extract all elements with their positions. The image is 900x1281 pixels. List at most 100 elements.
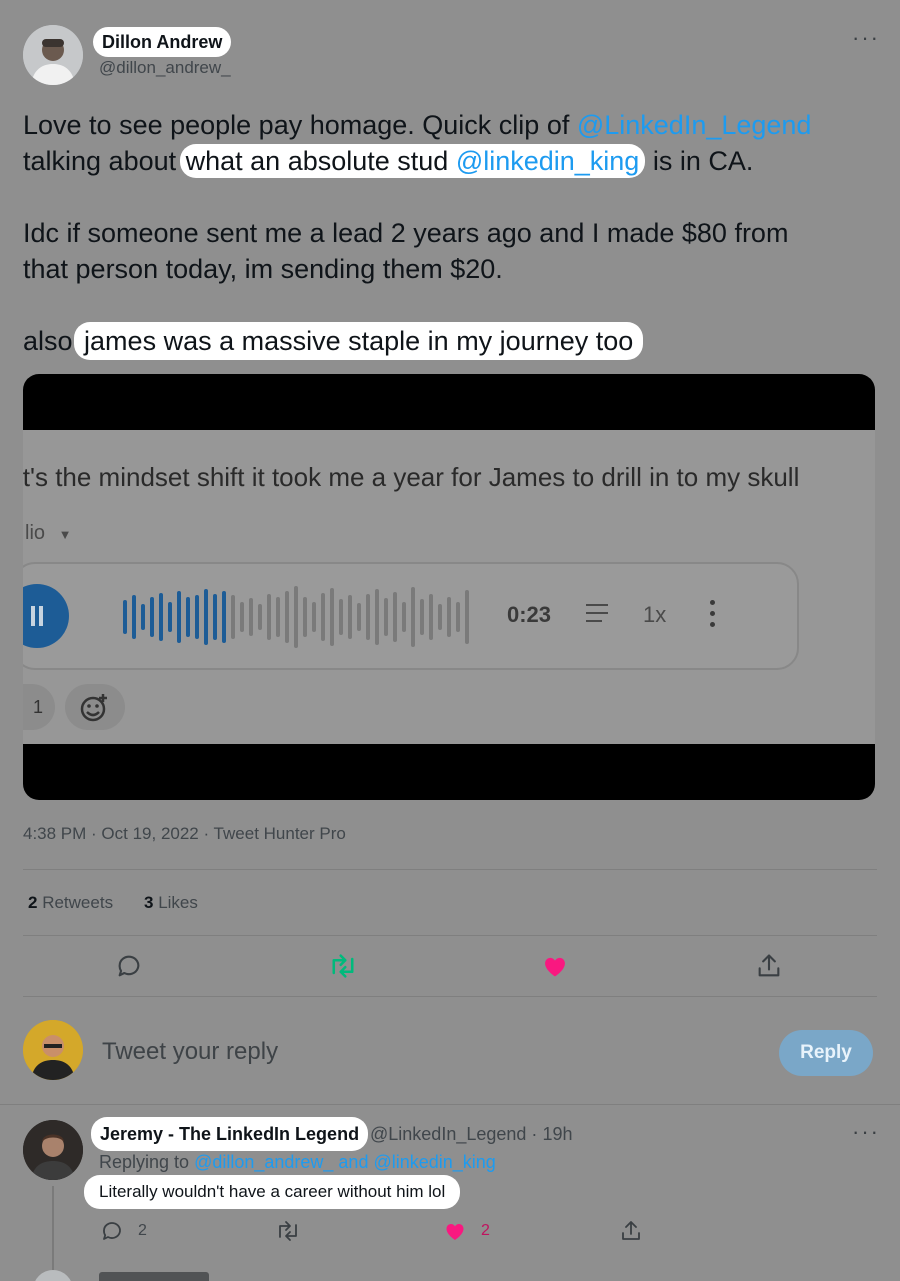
next-reply-avatar[interactable]	[33, 1270, 73, 1281]
waveform-bar	[384, 598, 388, 636]
waveform-bar	[231, 595, 235, 639]
waveform-bar	[438, 604, 442, 630]
waveform-bar	[222, 591, 226, 643]
waveform-bar	[456, 602, 460, 632]
waveform-bar	[375, 589, 379, 645]
waveform-bar	[429, 594, 433, 640]
highlighted-text: james was a massive staple in my journey…	[74, 322, 644, 360]
like-icon[interactable]	[541, 952, 569, 985]
waveform-bar	[321, 593, 325, 641]
media-dropdown-label: lio	[25, 522, 46, 544]
tweet-text-segment: Idc if someone sent me a lead 2 years ag…	[23, 218, 789, 248]
author-name[interactable]: Dillon Andrew	[93, 27, 232, 57]
waveform-bar	[303, 597, 307, 637]
waveform-bar	[186, 597, 190, 637]
waveform-bar	[420, 599, 424, 635]
reply-text: Literally wouldn't have a career without…	[84, 1175, 461, 1209]
reaction-pill: 1	[23, 684, 55, 730]
waveform-bar	[258, 604, 262, 630]
author-handle[interactable]: @dillon_andrew_	[99, 58, 231, 78]
tweet-text-segment: is in CA.	[645, 146, 754, 176]
waveform-bar	[132, 595, 136, 639]
tweet-text-segment: Love to see people pay homage. Quick cli…	[23, 110, 577, 140]
dot-separator: ·	[531, 1124, 538, 1144]
waveform-bar	[195, 595, 199, 639]
transcript-lines-icon	[586, 604, 608, 622]
waveform-bar	[393, 592, 397, 642]
thread-line	[52, 1186, 54, 1281]
retweets-stat[interactable]: 2 Retweets	[28, 893, 113, 913]
waveform-bar	[168, 602, 172, 632]
tweet-text-segment: also	[23, 326, 81, 356]
replying-to: Replying to @dillon_andrew_ and @linkedi…	[99, 1152, 496, 1173]
tweet-text: Love to see people pay homage. Quick cli…	[23, 107, 883, 360]
divider	[23, 996, 877, 997]
reply-button[interactable]: Reply	[779, 1030, 873, 1076]
waveform-bar	[312, 602, 316, 632]
more-options-icon[interactable]: ···	[852, 25, 880, 51]
tweet-text-segment: that person today, im sending them $20.	[23, 254, 503, 284]
reply-author-name[interactable]: Jeremy - The LinkedIn Legend	[91, 1117, 369, 1151]
waveform-bar	[348, 595, 352, 639]
reply-input[interactable]: Tweet your reply	[102, 1038, 278, 1066]
retweets-count: 2	[28, 893, 38, 912]
waveform-bar	[177, 591, 181, 643]
caret-down-icon: ▼	[58, 527, 72, 542]
waveform-bar	[276, 597, 280, 637]
replying-to-prefix: Replying to	[99, 1152, 195, 1172]
reaction-count: 1	[33, 697, 44, 717]
divider	[23, 869, 877, 870]
like-icon	[446, 1224, 464, 1240]
media-caption: it's the mindset shift it took me a year…	[23, 462, 800, 492]
reply-author-avatar[interactable]	[23, 1120, 83, 1180]
reply-icon[interactable]	[115, 952, 143, 985]
current-user-avatar[interactable]	[23, 1020, 83, 1080]
waveform-bar	[357, 603, 361, 631]
waveform-bar	[366, 594, 370, 640]
waveform-bar	[447, 597, 451, 637]
waveform-bar	[267, 594, 271, 640]
likes-label: Likes	[158, 893, 198, 912]
waveform-bar	[411, 587, 415, 647]
reply-share-icon[interactable]	[619, 1219, 643, 1248]
waveform-bar	[339, 599, 343, 635]
reply-time[interactable]: 19h	[542, 1124, 572, 1144]
reply-retweet-icon[interactable]	[275, 1219, 301, 1248]
mention-link-linkedin-legend[interactable]: @LinkedIn_Legend	[577, 110, 812, 140]
replying-to-users-link[interactable]: @dillon_andrew_ and @linkedin_king	[194, 1152, 496, 1172]
reply-more-options-icon[interactable]: ···	[852, 1119, 880, 1145]
reply-reply-action[interactable]: 2	[100, 1219, 147, 1243]
author-avatar[interactable]	[23, 25, 83, 85]
waveform-bar	[294, 586, 298, 648]
reply-author-handle[interactable]: @LinkedIn_Legend	[370, 1124, 526, 1144]
reply-meta: @LinkedIn_Legend · 19h	[370, 1124, 572, 1145]
tweet-media-video[interactable]: it's the mindset shift it took me a year…	[23, 374, 875, 800]
mention-link-linkedin-king[interactable]: @linkedin_king	[456, 146, 640, 176]
waveform-bar	[213, 594, 217, 640]
highlighted-text: what an absolute stud @linkedin_king	[179, 144, 646, 178]
highlighted-text-segment: what an absolute stud	[185, 146, 456, 176]
kebab-menu-icon	[710, 600, 716, 627]
reply-icon	[103, 1222, 121, 1240]
audio-time: 0:23	[507, 602, 552, 627]
share-icon[interactable]	[755, 952, 783, 985]
add-reaction-icon	[65, 684, 125, 730]
divider	[23, 935, 877, 936]
retweets-label: Retweets	[42, 893, 114, 912]
next-reply-author-name[interactable]	[99, 1272, 219, 1281]
waveform-bar	[123, 600, 127, 634]
likes-stat[interactable]: 3 Likes	[144, 893, 198, 913]
waveform-bar	[402, 602, 406, 632]
waveform-bar	[330, 588, 334, 646]
reply-like-action[interactable]: 2	[443, 1219, 490, 1243]
media-dropdown: lio ▼	[25, 522, 71, 545]
tweet-timestamp[interactable]: 4:38 PM · Oct 19, 2022 · Tweet Hunter Pr…	[23, 824, 346, 844]
reply-reply-count: 2	[138, 1222, 147, 1239]
divider	[0, 1104, 900, 1105]
waveform-bar	[240, 602, 244, 632]
reply-like-count: 2	[481, 1222, 490, 1239]
retweet-icon[interactable]	[328, 952, 358, 985]
waveform-bar	[159, 593, 163, 641]
waveform-bar	[204, 589, 208, 645]
playback-speed: 1x	[643, 602, 667, 627]
